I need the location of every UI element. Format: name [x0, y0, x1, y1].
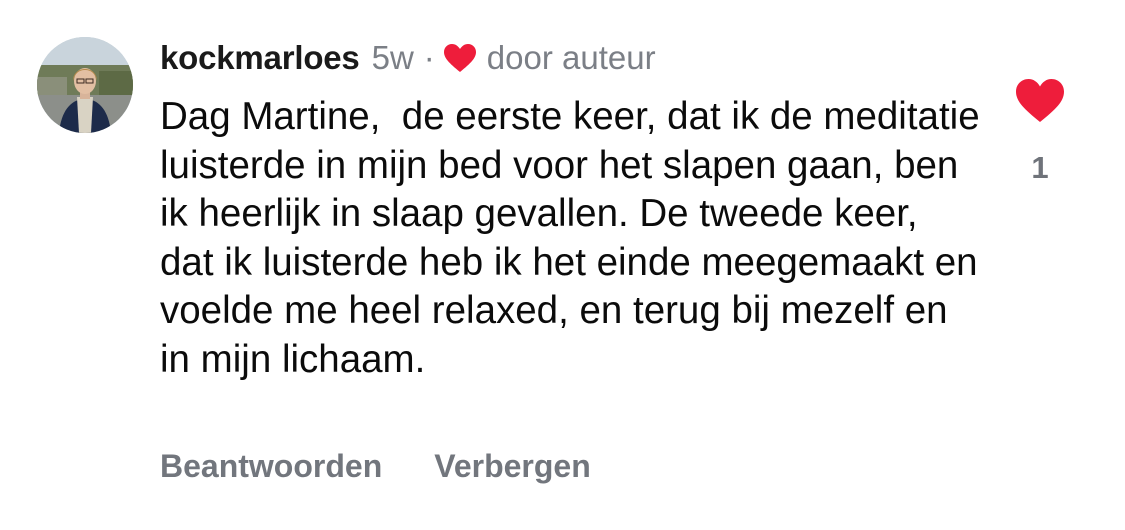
comment: kockmarloes 5w · door auteur Dag Martine…	[0, 0, 1125, 530]
comment-actions: Beantwoorden Verbergen	[160, 448, 643, 485]
comment-header: kockmarloes 5w · door auteur	[160, 36, 656, 80]
avatar-photo	[37, 37, 133, 133]
timestamp[interactable]: 5w	[372, 39, 414, 77]
like-count: 1	[1031, 150, 1049, 185]
hide-button[interactable]: Verbergen	[434, 448, 591, 485]
liked-by-author-label: door auteur	[486, 39, 656, 76]
reply-button[interactable]: Beantwoorden	[160, 448, 382, 485]
heart-filled-icon	[1016, 79, 1064, 122]
username[interactable]: kockmarloes	[160, 39, 360, 77]
like-button[interactable]	[1015, 78, 1065, 124]
avatar[interactable]	[37, 37, 133, 133]
comment-text: Dag Martine, de eerste keer, dat ik de m…	[160, 95, 991, 381]
heart-icon	[443, 43, 477, 73]
separator-dot: ·	[423, 39, 435, 76]
